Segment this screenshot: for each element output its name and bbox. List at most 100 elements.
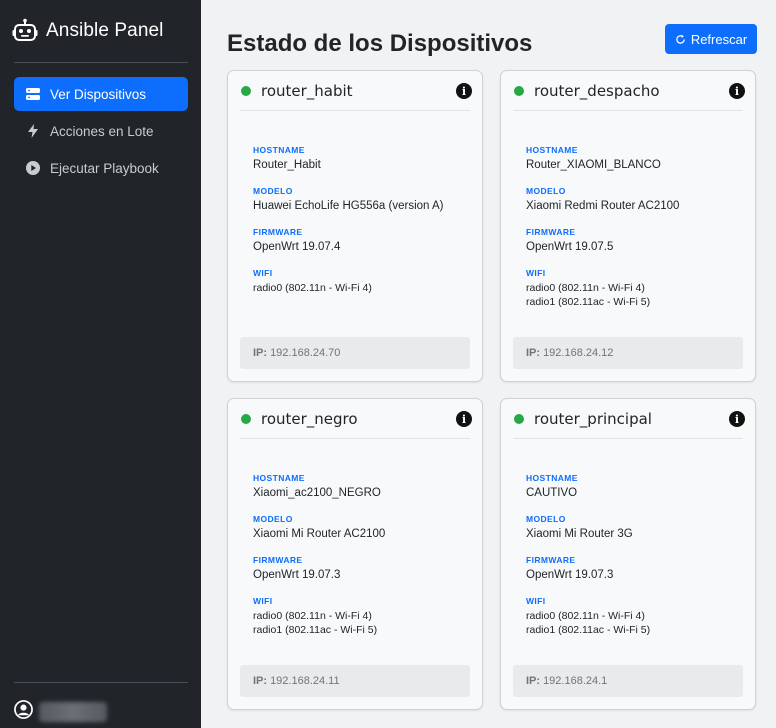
info-icon[interactable]: i [729,411,745,427]
firmware-value: OpenWrt 19.07.3 [526,569,614,581]
status-dot [241,85,251,96]
firmware-value: OpenWrt 19.07.5 [526,241,614,253]
robot-icon [12,18,38,44]
ip-label: IP: [526,675,541,687]
firmware-value: OpenWrt 19.07.3 [253,569,341,581]
wifi-radio: radio1 (802.11ac - Wi-Fi 5) [526,624,651,636]
modelo-value: Xiaomi Mi Router AC2100 [253,528,386,540]
ip-label: IP: [526,347,541,359]
device-card: router_principal i HOSTNAME CAUTIVO MODE… [500,398,756,710]
ip-bar: IP: 192.168.24.70 [240,337,470,369]
sidebar-item-ver-dispositivos[interactable]: Ver Dispositivos [14,77,188,111]
lightning-icon [26,124,40,138]
firmware-label: FIRMWARE [253,227,303,237]
firmware-value: OpenWrt 19.07.4 [253,241,341,253]
sidebar-item-label: Acciones en Lote [50,123,154,139]
wifi-value: radio0 (802.11n - Wi-Fi 4) radio1 (802.1… [526,609,743,637]
refresh-label: Refrescar [690,31,748,47]
wifi-radio: radio1 (802.11ac - Wi-Fi 5) [526,296,651,308]
hostname-value: Xiaomi_ac2100_NEGRO [253,487,381,499]
sidebar-item-label: Ver Dispositivos [50,86,147,102]
device-fields: HOSTNAME Router_Habit MODELO Huawei Echo… [253,145,470,309]
wifi-radio: radio0 (802.11n - Wi-Fi 4) [526,282,645,294]
device-fields: HOSTNAME CAUTIVO MODELO Xiaomi Mi Router… [526,473,743,651]
device-name: router_principal [534,409,652,428]
modelo-value: Huawei EchoLife HG556a (version A) [253,200,444,212]
device-fields: HOSTNAME Xiaomi_ac2100_NEGRO MODELO Xiao… [253,473,470,651]
page-title: Estado de los Dispositivos [227,30,533,57]
wifi-value: radio0 (802.11n - Wi-Fi 4) radio1 (802.1… [253,609,470,637]
device-grid: router_habit i HOSTNAME Router_Habit MOD… [227,70,756,720]
wifi-label: WIFI [526,596,546,606]
hostname-label: HOSTNAME [526,473,578,483]
modelo-label: MODELO [526,514,566,524]
wifi-radio: radio0 (802.11n - Wi-Fi 4) [253,610,372,622]
play-circle-icon [26,161,40,175]
card-header: router_principal i [513,399,745,439]
device-name: router_negro [261,409,358,428]
card-header: router_despacho i [513,71,745,111]
refresh-icon [676,34,685,44]
sidebar-item-ejecutar-playbook[interactable]: Ejecutar Playbook [14,151,188,185]
device-name: router_habit [261,81,353,100]
sidebar-item-acciones-en-lote[interactable]: Acciones en Lote [14,114,188,148]
sidebar-nav: Ver Dispositivos Acciones en Lote Ejecut… [14,77,188,188]
ip-value: 192.168.24.11 [270,675,340,687]
hostname-value: Router_Habit [253,159,321,171]
card-header: router_negro i [240,399,472,439]
status-dot [514,413,524,424]
brand[interactable]: Ansible Panel [12,16,164,46]
ip-label: IP: [253,675,268,687]
wifi-radio: radio0 (802.11n - Wi-Fi 4) [253,282,372,294]
ip-bar: IP: 192.168.24.11 [240,665,470,697]
sidebar-divider [14,682,188,683]
user-name-redacted [39,702,107,722]
wifi-radio: radio1 (802.11ac - Wi-Fi 5) [253,624,378,636]
ip-bar: IP: 192.168.24.1 [513,665,743,697]
status-dot [514,85,524,96]
device-card: router_habit i HOSTNAME Router_Habit MOD… [227,70,483,382]
info-icon[interactable]: i [456,411,472,427]
wifi-label: WIFI [526,268,546,278]
card-header: router_habit i [240,71,472,111]
ip-label: IP: [253,347,268,359]
modelo-label: MODELO [253,186,293,196]
sidebar-item-label: Ejecutar Playbook [50,160,159,176]
ip-bar: IP: 192.168.24.12 [513,337,743,369]
device-card: router_despacho i HOSTNAME Router_XIAOMI… [500,70,756,382]
firmware-label: FIRMWARE [526,555,576,565]
ip-value: 192.168.24.1 [543,675,608,687]
user-circle-icon [14,700,33,724]
device-name: router_despacho [534,81,660,100]
hostname-value: Router_XIAOMI_BLANCO [526,159,661,171]
device-card: router_negro i HOSTNAME Xiaomi_ac2100_NE… [227,398,483,710]
firmware-label: FIRMWARE [526,227,576,237]
modelo-label: MODELO [526,186,566,196]
wifi-radio: radio0 (802.11n - Wi-Fi 4) [526,610,645,622]
hostname-value: CAUTIVO [526,487,578,499]
sidebar: Ansible Panel Ver Dispositivos Acciones … [0,0,201,728]
wifi-label: WIFI [253,596,273,606]
modelo-value: Xiaomi Redmi Router AC2100 [526,200,680,212]
user-menu[interactable] [14,700,107,724]
ip-value: 192.168.24.70 [270,347,341,359]
hostname-label: HOSTNAME [253,473,305,483]
firmware-label: FIRMWARE [253,555,303,565]
server-icon [26,87,40,101]
ip-value: 192.168.24.12 [543,347,614,359]
wifi-value: radio0 (802.11n - Wi-Fi 4) radio1 (802.1… [526,281,743,309]
status-dot [241,413,251,424]
main-content: Estado de los Dispositivos Refrescar rou… [201,0,776,728]
hostname-label: HOSTNAME [526,145,578,155]
refresh-button[interactable]: Refrescar [665,24,757,54]
hostname-label: HOSTNAME [253,145,305,155]
device-fields: HOSTNAME Router_XIAOMI_BLANCO MODELO Xia… [526,145,743,323]
modelo-label: MODELO [253,514,293,524]
wifi-value: radio0 (802.11n - Wi-Fi 4) [253,281,470,295]
app-title: Ansible Panel [46,20,164,41]
info-icon[interactable]: i [456,83,472,99]
sidebar-divider [14,62,188,63]
wifi-label: WIFI [253,268,273,278]
info-icon[interactable]: i [729,83,745,99]
modelo-value: Xiaomi Mi Router 3G [526,528,633,540]
